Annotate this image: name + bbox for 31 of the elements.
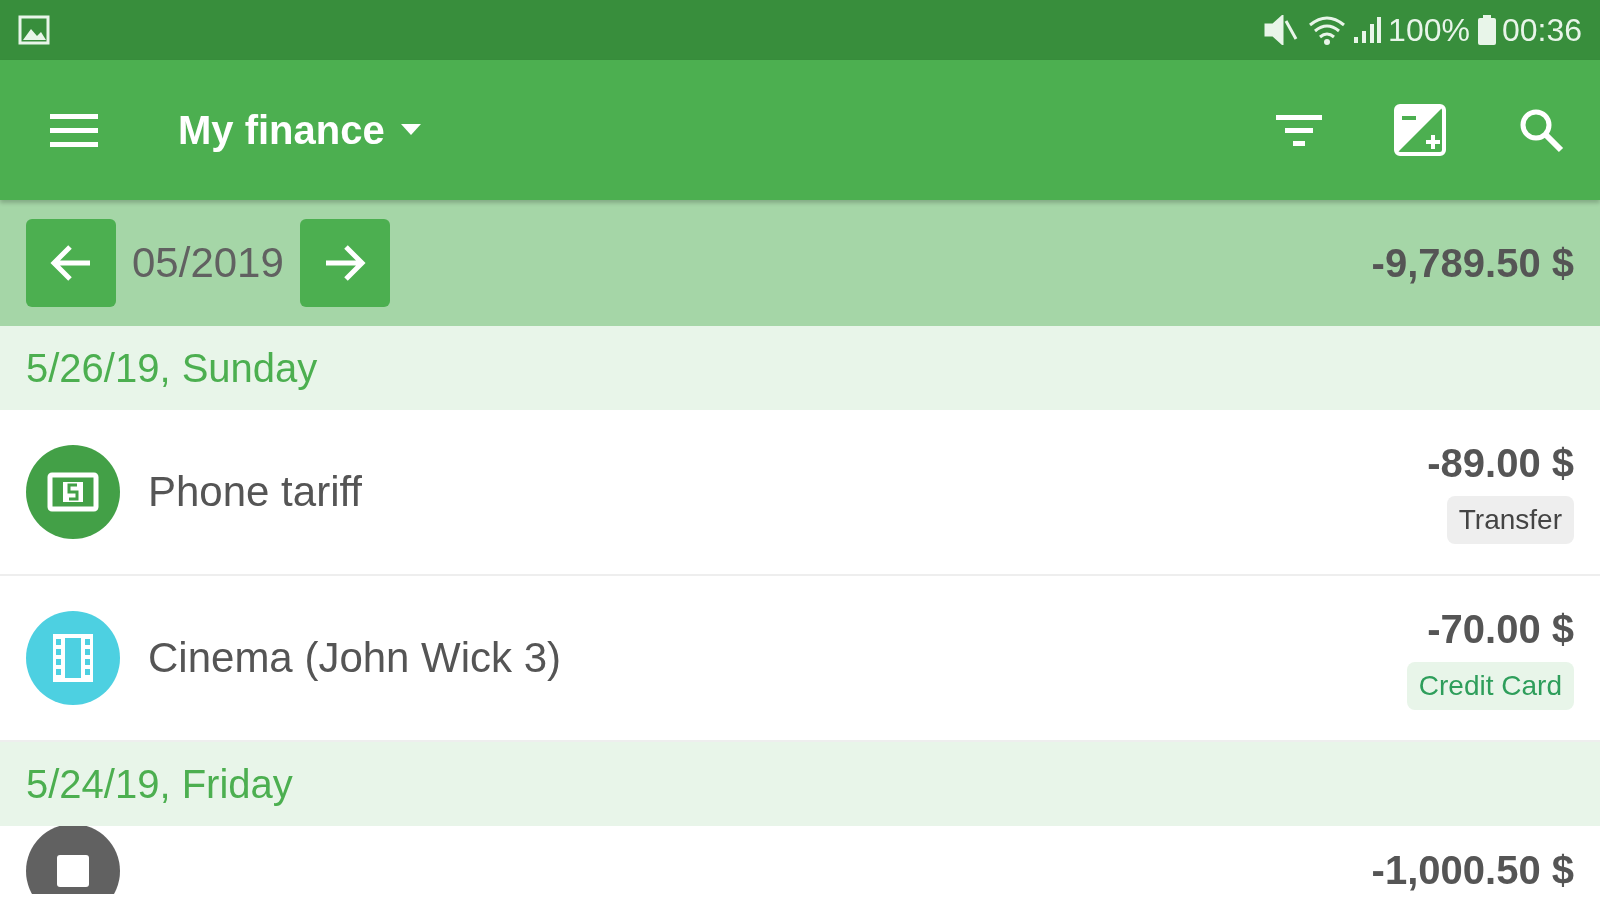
transaction-row[interactable]: -1,000.50 $ [0,826,1600,894]
mute-icon [1264,15,1299,45]
transaction-name: Phone tariff [148,468,363,516]
transaction-row[interactable]: Phone tariff -89.00 $ Transfer [0,410,1600,576]
wifi-icon [1308,15,1347,45]
battery-percent: 100% [1388,11,1470,49]
account-tag: Transfer [1446,495,1574,544]
film-icon [53,634,93,682]
battery-icon [1477,15,1496,45]
image-icon [18,15,50,45]
transaction-amount: -1,000.50 $ [1371,848,1574,893]
caret-icon [400,124,421,136]
next-month-button[interactable] [299,219,390,307]
previous-month-button[interactable] [26,219,116,307]
month-total: -9,789.50 $ [1371,240,1574,286]
date-header: 5/24/19, Friday [0,742,1600,826]
search-icon [1518,107,1564,153]
cash-icon [47,472,99,512]
month-label: 05/2019 [132,239,284,287]
plus-minus-icon [1394,104,1446,156]
arrow-right-icon [323,244,366,282]
menu-icon [50,112,98,148]
signal-icon [1352,15,1383,45]
clock: 00:36 [1501,11,1582,49]
filter-icon [1276,113,1322,147]
transaction-amount: -70.00 $ [1427,606,1574,652]
arrow-left-icon [50,244,92,282]
transaction-amount: -89.00 $ [1427,440,1574,486]
date-header: 5/26/19, Sunday [0,326,1600,410]
transaction-name: Cinema (John Wick 3) [148,634,562,682]
account-tag: Credit Card [1406,661,1574,710]
